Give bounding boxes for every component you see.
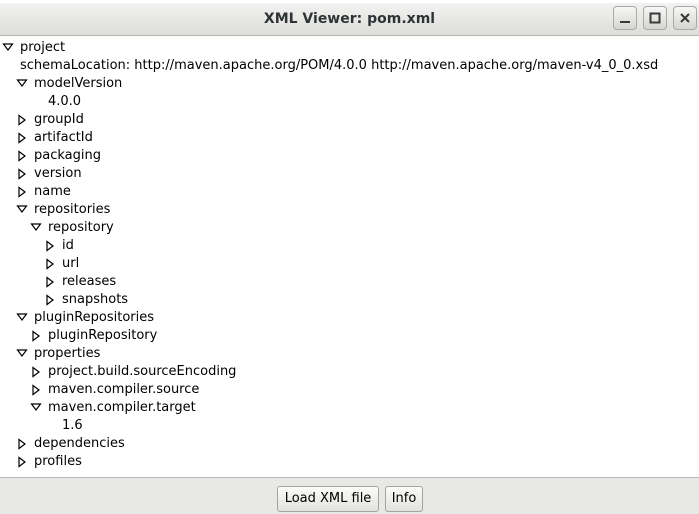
triangle-down-icon[interactable]	[30, 219, 42, 237]
tree-label: groupId	[34, 112, 84, 127]
tree-label: schemaLocation: http://maven.apache.org/…	[20, 58, 659, 73]
tree-label: 4.0.0	[48, 94, 82, 109]
title-bar[interactable]: XML Viewer: pom.xml	[0, 3, 699, 36]
tree-label: properties	[34, 346, 101, 361]
triangle-right-icon[interactable]	[44, 291, 56, 309]
triangle-right-icon[interactable]	[44, 273, 56, 291]
tree-label: packaging	[34, 148, 101, 163]
tree-label: id	[62, 238, 74, 253]
triangle-down-icon[interactable]	[16, 75, 28, 93]
info-button[interactable]: Info	[385, 486, 423, 512]
close-button[interactable]	[673, 6, 697, 30]
tree-label: project.build.sourceEncoding	[48, 364, 237, 379]
close-icon	[680, 13, 690, 23]
tree-label: dependencies	[34, 436, 125, 451]
triangle-right-icon[interactable]	[16, 183, 28, 201]
minimize-icon	[620, 21, 630, 23]
triangle-right-icon[interactable]	[16, 111, 28, 129]
triangle-down-icon[interactable]	[2, 39, 14, 57]
triangle-right-icon[interactable]	[16, 453, 28, 471]
triangle-down-icon[interactable]	[30, 399, 42, 417]
tree-label: artifactId	[34, 130, 93, 145]
triangle-down-icon[interactable]	[16, 201, 28, 219]
tree-label: pluginRepositories	[34, 310, 155, 325]
minimize-button[interactable]	[613, 6, 637, 30]
tree-label: project	[20, 40, 66, 55]
tree-label: profiles	[34, 454, 82, 469]
button-bar: Load XML file Info	[0, 478, 699, 514]
triangle-right-icon[interactable]	[30, 327, 42, 345]
window-title: XML Viewer: pom.xml	[263, 11, 436, 27]
tree-label: version	[34, 166, 82, 181]
tree-label: 1.6	[62, 418, 83, 433]
triangle-right-icon[interactable]	[30, 381, 42, 399]
tree-label: pluginRepository	[48, 328, 158, 343]
triangle-right-icon[interactable]	[16, 129, 28, 147]
tree-label: maven.compiler.source	[48, 382, 200, 397]
tree-label: repositories	[34, 202, 111, 217]
triangle-right-icon[interactable]	[44, 255, 56, 273]
triangle-right-icon[interactable]	[16, 147, 28, 165]
maximize-icon	[649, 12, 661, 24]
triangle-right-icon[interactable]	[16, 435, 28, 453]
tree-label: repository	[48, 220, 114, 235]
tree-label: releases	[62, 274, 117, 289]
triangle-right-icon[interactable]	[16, 165, 28, 183]
tree-label: snapshots	[62, 292, 129, 307]
tree-label: maven.compiler.target	[48, 400, 196, 415]
tree-label: name	[34, 184, 71, 199]
triangle-right-icon[interactable]	[30, 363, 42, 381]
load-xml-file-button[interactable]: Load XML file	[277, 486, 379, 512]
tree-label: modelVersion	[34, 76, 123, 91]
triangle-right-icon[interactable]	[44, 237, 56, 255]
triangle-down-icon[interactable]	[16, 309, 28, 327]
xml-tree[interactable]: project schemaLocation: http://maven.apa…	[0, 36, 699, 478]
triangle-down-icon[interactable]	[16, 345, 28, 363]
tree-label: url	[62, 256, 80, 271]
xml-viewer-window: XML Viewer: pom.xml project schemaLocati…	[0, 0, 699, 514]
maximize-button[interactable]	[643, 6, 667, 30]
